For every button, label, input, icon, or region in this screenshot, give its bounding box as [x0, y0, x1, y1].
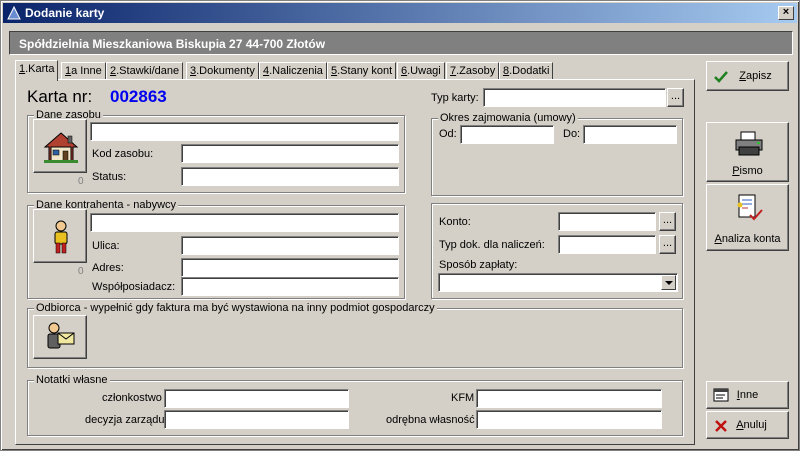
- konto-field[interactable]: [558, 212, 656, 231]
- pismo-button[interactable]: Pismo: [706, 122, 789, 182]
- tab-stany-kont[interactable]: 5.Stany kont: [327, 62, 397, 80]
- ulica-field[interactable]: [181, 236, 399, 255]
- dialog-window: Dodanie karty × Spółdzielnia Mieszkaniow…: [0, 0, 800, 451]
- do-date-field[interactable]: [583, 125, 677, 144]
- sposob-zaplaty-select[interactable]: [438, 273, 678, 292]
- wspolposiadacz-label: Współposiadacz:: [92, 281, 176, 293]
- zasob-name-field[interactable]: [90, 122, 399, 141]
- odbiorca-select-button[interactable]: [33, 315, 87, 359]
- typ-karty-label: Typ karty:: [431, 92, 479, 104]
- notatki-title: Notatki własne: [34, 373, 110, 387]
- kod-zasobu-field[interactable]: [181, 144, 399, 163]
- tab-dodatki[interactable]: 8.Dodatki: [499, 62, 554, 80]
- house-icon: [43, 132, 79, 163]
- kontrahent-name-field[interactable]: [90, 213, 399, 232]
- konto-browse-button[interactable]: ...: [659, 212, 676, 231]
- typ-dok-browse-button[interactable]: ...: [659, 235, 676, 254]
- sposob-zaplaty-label: Sposób zapłaty:: [439, 259, 518, 271]
- person-envelope-icon: [47, 322, 75, 349]
- decyzja-zarzadu-label: decyzja zarządu: [85, 414, 165, 426]
- karta-label: Karta nr:: [27, 87, 93, 106]
- typ-karty-browse-button[interactable]: ...: [667, 88, 684, 107]
- od-label: Od:: [439, 128, 457, 140]
- odrebna-wlasnosc-field[interactable]: [476, 410, 662, 429]
- tab-karta[interactable]: 1.Karta: [15, 60, 59, 81]
- konto-label: Konto:: [439, 216, 471, 228]
- document-analysis-icon: [737, 194, 763, 221]
- kontrahent-select-button[interactable]: [33, 209, 87, 263]
- tab-stawki[interactable]: 2.Stawki/dane: [106, 62, 184, 80]
- zasob-counter: 0: [78, 176, 84, 187]
- zapisz-button[interactable]: Zapisz: [706, 61, 789, 91]
- person-icon: [54, 220, 68, 254]
- odrebna-wlasnosc-label: odrębna własność: [386, 414, 475, 426]
- ulica-label: Ulica:: [92, 240, 120, 252]
- odbiorca-title: Odbiorca - wypełnić gdy faktura ma być w…: [34, 301, 437, 315]
- analiza-konta-button[interactable]: Analiza konta: [706, 184, 789, 251]
- czlonkostwo-label: członkostwo: [102, 392, 162, 404]
- kfm-field[interactable]: [476, 389, 662, 408]
- kontrahent-counter: 0: [78, 266, 84, 277]
- adres-field[interactable]: [181, 258, 399, 277]
- chevron-down-icon[interactable]: [661, 275, 676, 290]
- close-icon: ×: [782, 6, 790, 18]
- wspolposiadacz-field[interactable]: [181, 277, 399, 296]
- decyzja-zarzadu-field[interactable]: [164, 410, 349, 429]
- typ-dok-label: Typ dok. dla naliczeń:: [439, 239, 545, 251]
- status-label: Status:: [92, 171, 127, 183]
- od-date-field[interactable]: [460, 125, 554, 144]
- tab-zasoby[interactable]: 7.Zasoby: [446, 62, 500, 80]
- title-bar: Dodanie karty ×: [3, 3, 797, 23]
- odbiorca-group: Odbiorca - wypełnić gdy faktura ma być w…: [27, 301, 683, 368]
- zasob-select-button[interactable]: [33, 119, 87, 173]
- czlonkostwo-field[interactable]: [164, 389, 349, 408]
- app-icon: [7, 6, 21, 20]
- tab-uwagi[interactable]: 6.Uwagi: [397, 62, 445, 80]
- karta-number: 002863: [110, 87, 167, 106]
- printer-icon: [735, 131, 763, 156]
- do-label: Do:: [563, 128, 581, 140]
- status-field[interactable]: [181, 167, 399, 186]
- tab-inne[interactable]: 1a Inne: [61, 62, 106, 80]
- organization-header: Spółdzielnia Mieszkaniowa Biskupia 27 44…: [9, 31, 793, 55]
- inne-button[interactable]: Inne: [706, 381, 789, 409]
- typ-dok-field[interactable]: [558, 235, 656, 254]
- typ-karty-field[interactable]: [483, 88, 666, 107]
- adres-label: Adres:: [92, 262, 124, 274]
- okres-title: Okres zajmowania (umowy): [438, 111, 578, 125]
- tab-dokumenty[interactable]: 3.Dokumenty: [186, 62, 259, 80]
- tab-naliczenia[interactable]: 4.Naliczenia: [259, 62, 327, 80]
- kod-zasobu-label: Kod zasobu:: [92, 148, 154, 160]
- close-button[interactable]: ×: [778, 6, 794, 20]
- window-title: Dodanie karty: [25, 6, 105, 20]
- kfm-label: KFM: [451, 392, 475, 404]
- anuluj-button[interactable]: Anuluj: [706, 411, 789, 439]
